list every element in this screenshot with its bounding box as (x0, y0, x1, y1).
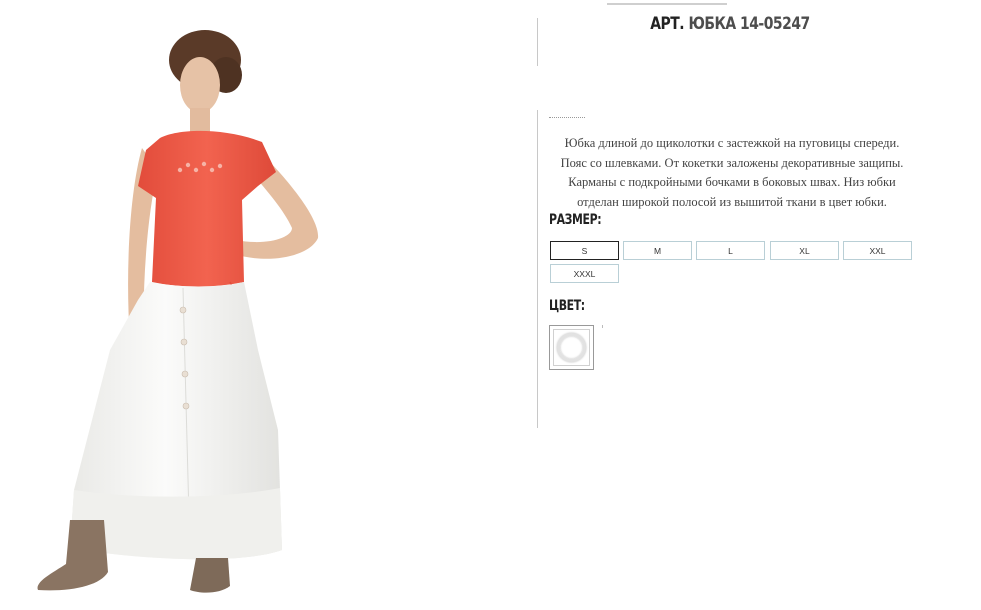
product-title: АРТ. ЮБКА 14-05247 (591, 14, 870, 34)
color-swatch-white[interactable] (549, 325, 594, 370)
description-line: Карманы с подкройными бочками в боковых … (568, 175, 896, 189)
description-line: отделан широкой полосой из вышитой ткани… (577, 194, 887, 209)
product-photo (30, 20, 330, 610)
vertical-divider (537, 110, 538, 428)
article-label: АРТ. (650, 14, 685, 34)
size-label: РАЗМЕР: (549, 212, 602, 228)
color-label: ЦВЕТ: (549, 298, 585, 314)
size-option-s[interactable]: S (550, 241, 619, 260)
dotted-divider (549, 117, 585, 118)
size-option-m[interactable]: M (623, 241, 692, 260)
vertical-divider (537, 18, 538, 66)
top-divider (607, 3, 727, 5)
size-option-xl[interactable]: XL (770, 241, 839, 260)
description-line: Пояс со шлевками. От кокетки заложены де… (560, 155, 904, 170)
article-number: ЮБКА 14-05247 (688, 14, 810, 34)
product-description: Юбка длиной до щиколотки с застежкой на … (547, 134, 917, 212)
color-circle (557, 333, 586, 362)
description-line: Юбка длиной до щиколотки с застежкой на … (564, 136, 900, 150)
size-option-l[interactable]: L (696, 241, 765, 260)
size-option-xxxl[interactable]: XXXL (550, 264, 619, 283)
size-option-xxl[interactable]: XXL (843, 241, 912, 260)
